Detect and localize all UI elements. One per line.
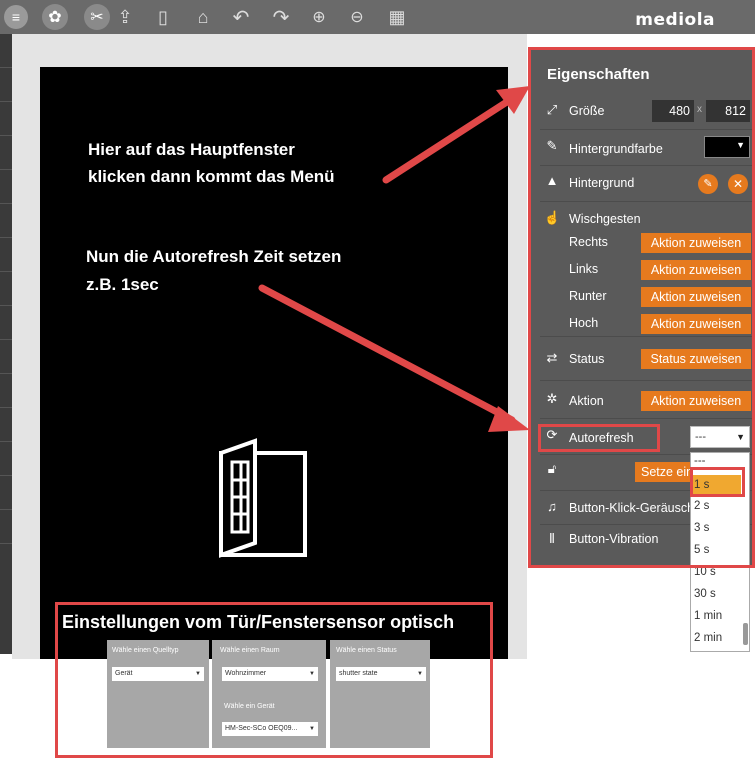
source-type-value: Gerät [115,670,133,677]
status-select[interactable]: shutter state ▼ [336,667,426,681]
chevron-down-icon: ▼ [195,671,201,677]
device-select[interactable]: HM-Sec-SCo OEQ09... ▼ [222,722,318,736]
chevron-down-icon: ▼ [309,726,315,732]
sensor-caption: Einstellungen vom Tür/Fenstersensor opti… [62,612,455,632]
source-type-label: Wähle einen Quelltyp [112,647,179,654]
chevron-down-icon: ▼ [417,671,423,677]
room-panel: Wähle einen Raum Wohnzimmer ▼ Wähle ein G… [212,640,326,748]
status-panel: Wähle einen Status shutter state ▼ [330,640,430,748]
device-label: Wähle ein Gerät [224,703,275,710]
status-select-label: Wähle einen Status [336,647,397,654]
source-type-select[interactable]: Gerät ▼ [112,667,204,681]
source-type-panel: Wähle einen Quelltyp Gerät ▼ [107,640,209,748]
chevron-down-icon: ▼ [309,671,315,677]
device-value: HM-Sec-SCo OEQ09... [225,725,298,732]
room-select[interactable]: Wohnzimmer ▼ [222,667,318,681]
status-value: shutter state [339,670,378,677]
room-label: Wähle einen Raum [220,647,280,654]
room-value: Wohnzimmer [225,670,267,677]
